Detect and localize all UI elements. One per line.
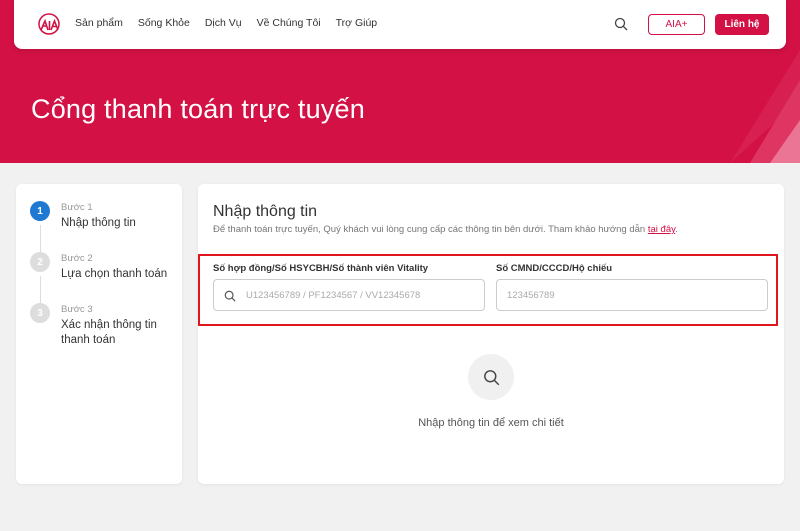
step-title: Lựa chọn thanh toán xyxy=(61,268,168,280)
contract-number-label: Số hợp đồng/Số HSYCBH/Số thành viên Vita… xyxy=(213,263,429,274)
empty-state-icon-wrapper xyxy=(468,354,514,400)
id-number-input[interactable] xyxy=(507,280,757,310)
step-sub-label: Bước 1 xyxy=(61,202,93,213)
aia-logo[interactable] xyxy=(36,13,62,35)
nav-item-healthy-living[interactable]: Sống Khỏe xyxy=(138,17,190,29)
contract-number-input[interactable] xyxy=(246,280,476,310)
step-number: 3 xyxy=(30,303,50,323)
form-description: Để thanh toán trực tuyến, Quý khách vui … xyxy=(213,224,678,235)
nav-menu: Sản phẩm Sống Khỏe Dịch Vụ Về Chúng Tôi … xyxy=(75,17,392,29)
search-icon xyxy=(224,290,236,302)
id-number-field-wrapper xyxy=(496,279,768,311)
step-number: 1 xyxy=(30,201,50,221)
step-sub-label: Bước 3 xyxy=(61,304,93,315)
aia-plus-button[interactable]: AIA+ xyxy=(648,14,705,35)
search-icon[interactable] xyxy=(614,17,628,31)
info-form-card: Nhập thông tin Để thanh toán trực tuyến,… xyxy=(198,184,784,484)
step-title: Nhập thông tin xyxy=(61,217,136,229)
nav-item-services[interactable]: Dịch Vụ xyxy=(205,17,242,29)
contract-number-field-wrapper xyxy=(213,279,485,311)
page-title: Cổng thanh toán trực tuyến xyxy=(31,94,365,124)
search-icon xyxy=(483,369,499,385)
contact-button[interactable]: Liên hệ xyxy=(715,14,769,35)
step-sub-label: Bước 2 xyxy=(61,253,93,264)
step-title: Xác nhận thông tin thanh toán xyxy=(61,319,157,346)
step-connector xyxy=(39,276,41,303)
nav-item-help[interactable]: Trợ Giúp xyxy=(336,17,378,29)
nav-item-about[interactable]: Về Chúng Tôi xyxy=(257,17,321,29)
guide-link[interactable]: tại đây xyxy=(648,224,675,235)
form-title: Nhập thông tin xyxy=(213,203,318,220)
step-number: 2 xyxy=(30,252,50,272)
id-number-label: Số CMND/CCCD/Hộ chiếu xyxy=(496,263,613,274)
steps-panel: 1 Bước 1 Nhập thông tin 2 Bước 2 Lựa chọ… xyxy=(16,184,182,484)
empty-state-message: Nhập thông tin để xem chi tiết xyxy=(418,417,564,429)
nav-item-products[interactable]: Sản phẩm xyxy=(75,17,123,29)
navbar: Sản phẩm Sống Khỏe Dịch Vụ Về Chúng Tôi … xyxy=(14,0,786,49)
